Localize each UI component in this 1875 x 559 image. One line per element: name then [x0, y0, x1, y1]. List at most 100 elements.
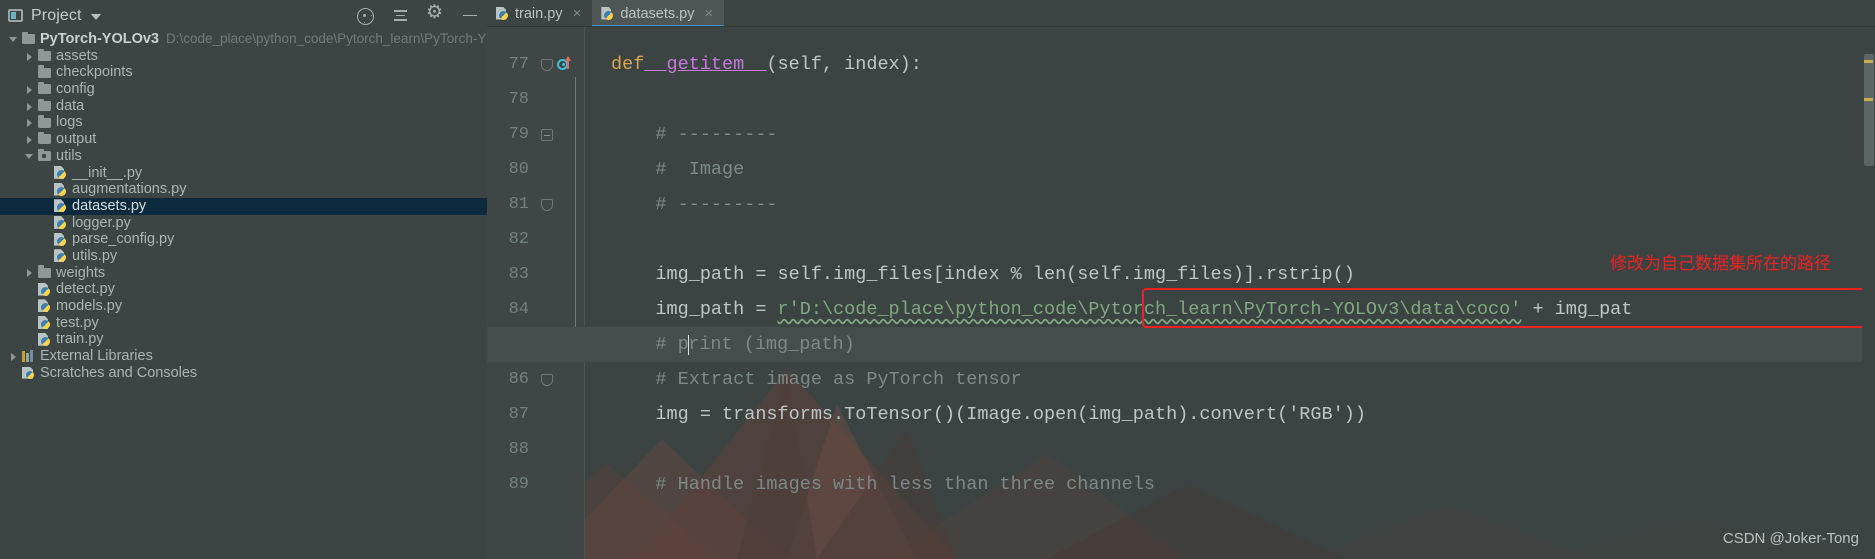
- folder-icon: [38, 65, 51, 78]
- code-line-81[interactable]: # ---------: [585, 187, 777, 222]
- tree-row-parse-config-py[interactable]: parse_config.py: [0, 231, 487, 248]
- gutter-line-78[interactable]: 78: [487, 82, 585, 117]
- gutter-line-84[interactable]: 84: [487, 292, 585, 327]
- code-line-84[interactable]: img_path = r'D:\code_place\python_code\P…: [585, 292, 1632, 327]
- code-line-83[interactable]: img_path = self.img_files[index % len(se…: [585, 257, 1354, 292]
- tree-row-utils[interactable]: utils: [0, 148, 487, 165]
- gutter-line-77[interactable]: 77: [487, 47, 585, 82]
- folder-icon: [38, 98, 51, 112]
- run-gutter-icon[interactable]: [557, 55, 573, 73]
- tree-row-label: assets: [56, 47, 98, 64]
- collapse-all-icon[interactable]: [391, 7, 409, 25]
- chevron-collapsed-icon[interactable]: [24, 267, 35, 278]
- tree-row--init-py[interactable]: __init__.py: [0, 165, 487, 182]
- gutter-line-89[interactable]: 89: [487, 467, 585, 502]
- line-number: 79: [508, 125, 529, 144]
- python-file-icon: [601, 7, 614, 21]
- tree-row-models-py[interactable]: models.py: [0, 298, 487, 315]
- code-line-82[interactable]: [585, 222, 611, 257]
- tree-row-root[interactable]: PyTorch-YOLOv3 D:\code_place\python_code…: [0, 31, 487, 48]
- hide-panel-icon[interactable]: [461, 7, 479, 25]
- gutter-line-82[interactable]: 82: [487, 222, 585, 257]
- code-fold-toggle[interactable]: [541, 373, 553, 386]
- gutter-line-88[interactable]: 88: [487, 432, 585, 467]
- code-string-literal: r'D:\code_place\python_code\Pytorch_lear…: [777, 299, 1522, 320]
- close-icon[interactable]: ×: [705, 6, 714, 21]
- gear-icon[interactable]: [426, 3, 444, 25]
- code-line-80[interactable]: # Image: [585, 152, 744, 187]
- gutter-line-83[interactable]: 83: [487, 257, 585, 292]
- code-line-77[interactable]: def __getitem__ (self, index):: [585, 47, 922, 82]
- gutter-line-79[interactable]: 79: [487, 117, 585, 152]
- code-line-85[interactable]: # p rint (img_path): [487, 327, 1875, 362]
- code-editor[interactable]: 77787980818283848586878889 def __getitem…: [487, 27, 1875, 559]
- chevron-collapsed-icon[interactable]: [24, 84, 35, 95]
- chevron-expanded-icon[interactable]: [8, 34, 19, 45]
- project-panel-header: Project: [0, 0, 487, 31]
- chevron-collapsed-icon[interactable]: [24, 101, 35, 112]
- line-number: 83: [508, 265, 529, 284]
- tree-row-assets[interactable]: assets: [0, 48, 487, 65]
- tree-row-utils-py[interactable]: utils.py: [0, 248, 487, 265]
- tree-row-output[interactable]: output: [0, 131, 487, 148]
- tree-row-label: __init__.py: [72, 164, 143, 181]
- scrollbar-marker: [1864, 60, 1873, 63]
- code-line-89[interactable]: # Handle images with less than three cha…: [585, 467, 1155, 502]
- code-fold-toggle[interactable]: [541, 198, 553, 211]
- locate-target-icon[interactable]: [356, 7, 374, 25]
- tree-row-logs[interactable]: logs: [0, 114, 487, 131]
- scrollbar-thumb[interactable]: [1864, 54, 1874, 166]
- code-fold-toggle[interactable]: [541, 58, 553, 71]
- tree-row-label: augmentations.py: [72, 181, 187, 198]
- chevron-collapsed-icon[interactable]: [8, 351, 19, 362]
- editor-tabbar: train.py × datasets.py ×: [487, 0, 1875, 27]
- tree-row-data[interactable]: data: [0, 98, 487, 115]
- folder-icon: [22, 31, 35, 45]
- tree-row-logger-py[interactable]: logger.py: [0, 215, 487, 232]
- gutter-line-86[interactable]: 86: [487, 362, 585, 397]
- chevron-down-icon[interactable]: [90, 13, 101, 20]
- project-panel: Project PyTorch-YOLOv3 D:\code_place\pyt…: [0, 0, 487, 559]
- tree-row-label: models.py: [56, 298, 123, 314]
- editor-scrollbar[interactable]: [1862, 54, 1875, 559]
- code-line-87[interactable]: img = transforms.ToTensor()(Image.open(i…: [585, 397, 1366, 432]
- python-file-icon: [54, 216, 67, 230]
- code-line-86[interactable]: # Extract image as PyTorch tensor: [585, 362, 1021, 397]
- gutter-line-87[interactable]: 87: [487, 397, 585, 432]
- tree-row-scratches-and-consoles[interactable]: Scratches and Consoles: [0, 365, 487, 382]
- tree-row-test-py[interactable]: test.py: [0, 315, 487, 332]
- tab-datasets-py[interactable]: datasets.py ×: [592, 0, 725, 27]
- tree-row-external-libraries[interactable]: External Libraries: [0, 348, 487, 365]
- tree-row-label: PyTorch-YOLOv3: [40, 31, 159, 47]
- gutter-line-81[interactable]: 81: [487, 187, 585, 222]
- project-panel-title: Project: [31, 6, 82, 24]
- chevron-expanded-icon[interactable]: [24, 151, 35, 162]
- close-icon[interactable]: ×: [573, 6, 582, 21]
- line-number: 80: [508, 160, 529, 179]
- code-comment: # Handle images with less than three cha…: [655, 474, 1155, 495]
- scrollbar-marker: [1864, 98, 1873, 101]
- code-line-79[interactable]: # ---------: [585, 117, 777, 152]
- tree-row-datasets-py[interactable]: datasets.py: [0, 197, 487, 215]
- tree-row-weights[interactable]: weights: [0, 265, 487, 282]
- code-line-78[interactable]: [585, 82, 611, 117]
- tree-row-augmentations-py[interactable]: augmentations.py: [0, 181, 487, 198]
- code-fold-toggle[interactable]: [541, 128, 553, 141]
- chevron-collapsed-icon[interactable]: [24, 117, 35, 128]
- tree-row-checkpoints[interactable]: checkpoints: [0, 64, 487, 81]
- chevron-collapsed-icon[interactable]: [24, 134, 35, 145]
- tree-row-label: utils.py: [72, 247, 118, 264]
- tree-row-config[interactable]: config: [0, 81, 487, 98]
- tab-train-py[interactable]: train.py ×: [487, 0, 592, 27]
- tree-row-detect-py[interactable]: detect.py: [0, 281, 487, 298]
- editor-area: train.py × datasets.py × 77 78 79 80 81 …: [487, 0, 1875, 559]
- chevron-collapsed-icon[interactable]: [24, 51, 35, 62]
- project-root-path: D:\code_place\python_code\Pytorch_learn\…: [165, 31, 487, 46]
- tree-row-train-py[interactable]: train.py: [0, 331, 487, 348]
- gutter-line-80[interactable]: 80: [487, 152, 585, 187]
- code-line-88[interactable]: [585, 432, 611, 467]
